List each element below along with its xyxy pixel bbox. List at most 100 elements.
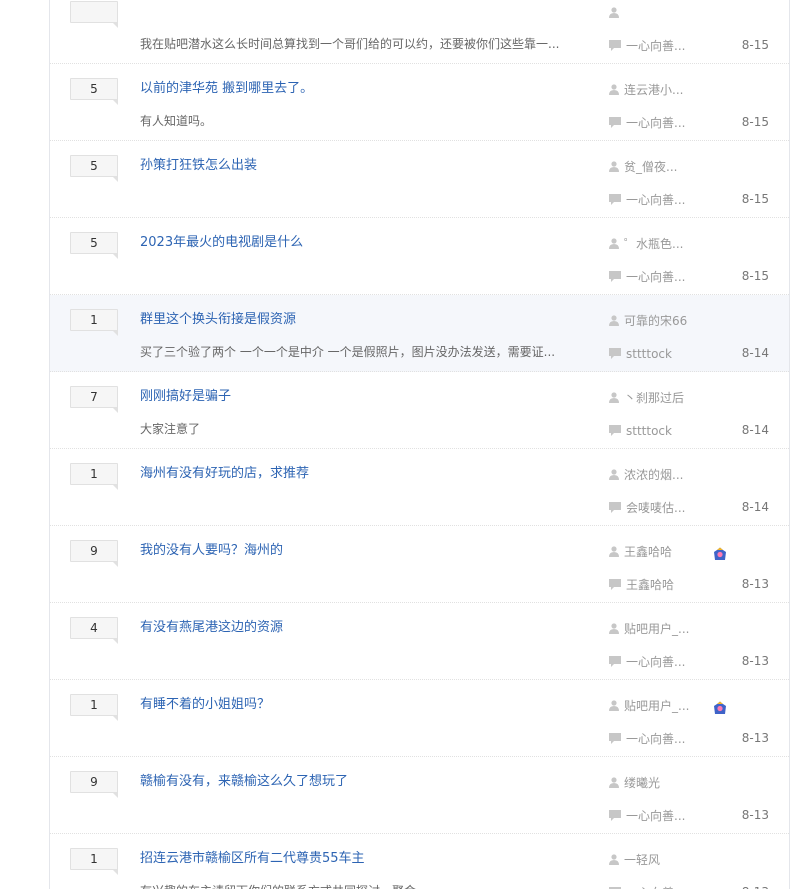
comment-icon (609, 424, 621, 440)
thread-row: 4 有没有燕尾港这边的资源 贴吧用户_... 一心向善... 8-13 (50, 603, 789, 680)
thread-title-link[interactable]: 群里这个换头衔接是假资源 (140, 311, 296, 329)
thread-title-link[interactable]: 有没有燕尾港这边的资源 (140, 619, 283, 637)
thread-row: 9 赣榆有没有，来赣榆这么久了想玩了 缕曦光 一心向善... 8-13 (50, 757, 789, 834)
thread-title-link[interactable]: 赣榆有没有，来赣榆这么久了想玩了 (140, 773, 348, 791)
thread-author[interactable] (609, 5, 624, 22)
thread-author-name: 王鑫哈哈 (624, 545, 673, 559)
comment-icon (609, 270, 621, 286)
comment-icon (609, 116, 621, 132)
thread-row: 5 孙策打狂铁怎么出装 贫_僧夜... 一心向善... 8-15 (50, 141, 789, 218)
last-reply[interactable]: 一心向善... (609, 192, 685, 209)
last-reply-time: 8-13 (742, 884, 769, 889)
user-icon (609, 699, 619, 715)
last-reply-name: 王鑫哈哈 (626, 578, 675, 592)
member-level-icon[interactable] (713, 546, 727, 560)
last-reply[interactable]: 一心向善... (609, 808, 685, 825)
thread-author[interactable]: 贴吧用户_... (609, 621, 689, 638)
reply-count-badge: 5 (70, 155, 118, 182)
thread-row: 1 海州有没有好玩的店，求推荐 浓浓的烟... 会唛唛估... 8-14 (50, 449, 789, 526)
thread-abstract: 我在贴吧潜水这么长时间总算找到一个哥们给的可以约，还要被你们这些靠一... (140, 37, 560, 51)
user-icon (609, 160, 619, 176)
user-icon (609, 853, 619, 869)
thread-author[interactable]: 贴吧用户_... (609, 698, 689, 715)
last-reply[interactable]: 一心向善... (609, 115, 685, 132)
last-reply-name: 一心向善... (626, 116, 686, 130)
thread-author[interactable]: 可靠的宋66 (609, 313, 687, 330)
thread-row: 1 群里这个换头衔接是假资源 买了三个验了两个 一个一个是中介 一个是假照片，图… (50, 295, 789, 372)
last-reply-time: 8-15 (741, 192, 769, 206)
last-reply-time: 8-14 (741, 500, 769, 514)
user-icon (609, 391, 619, 407)
thread-author[interactable]: 贫_僧夜... (609, 159, 677, 176)
last-reply-name: sttttock (626, 347, 672, 361)
thread-author[interactable]: 丶刹那过后 (609, 390, 684, 407)
thread-title-link[interactable]: 招连云港市赣榆区所有二代尊贵55车主 (140, 850, 365, 868)
thread-author-name: 丶刹那过后 (624, 391, 685, 405)
last-reply[interactable]: sttttock (609, 346, 672, 363)
reply-count-badge: 1 (70, 309, 118, 336)
thread-abstract: 买了三个验了两个 一个一个是中介 一个是假照片，图片没办法发送，需要证... (140, 345, 556, 359)
last-reply[interactable]: 一心向善... (609, 885, 685, 889)
thread-row: 1 有睡不着的小姐姐吗？ 贴吧用户_... 一心向善... 8-13 (50, 680, 789, 757)
last-reply-name: 一心向善... (626, 809, 686, 823)
comment-icon (609, 732, 621, 748)
thread-row: 7 刚刚搞好是骗子 大家注意了 丶刹那过后 sttttock 8-14 (50, 372, 789, 449)
comment-icon (609, 347, 621, 363)
thread-author-name: 贴吧用户_... (624, 622, 690, 636)
member-level-icon[interactable] (713, 700, 727, 714)
thread-row: 9 我的没有人要吗？海州的 王鑫哈哈 王鑫哈哈 8-13 (50, 526, 789, 603)
user-icon (609, 776, 619, 792)
comment-icon (609, 193, 621, 209)
reply-count-badge (70, 1, 118, 28)
thread-author-name: ゜水瓶色... (624, 237, 684, 251)
last-reply-name: 一心向善... (626, 270, 686, 284)
thread-author[interactable]: 连云港小... (609, 82, 683, 99)
thread-author-name: 贴吧用户_... (624, 699, 690, 713)
last-reply-time: 8-14 (741, 346, 769, 360)
last-reply[interactable]: sttttock (609, 423, 672, 440)
thread-abstract: 有人知道吗。 (140, 114, 213, 128)
last-reply-name: 一心向善... (626, 655, 686, 669)
user-icon (609, 468, 619, 484)
reply-count-badge: 9 (70, 540, 118, 567)
thread-author[interactable]: ゜水瓶色... (609, 236, 683, 253)
last-reply[interactable]: 一心向善... (609, 654, 685, 671)
user-icon (609, 237, 619, 253)
thread-list-page: 我在贴吧潜水这么长时间总算找到一个哥们给的可以约，还要被你们这些靠一... 一心… (0, 0, 791, 889)
thread-title-link[interactable]: 我的没有人要吗？海州的 (140, 542, 283, 560)
thread-title-link[interactable]: 孙策打狂铁怎么出装 (140, 157, 257, 175)
last-reply-time: 8-15 (741, 38, 769, 52)
reply-count-badge: 5 (70, 232, 118, 259)
thread-title-link[interactable]: 以前的津华苑 搬到哪里去了。 (140, 80, 313, 98)
last-reply[interactable]: 一心向善... (609, 38, 685, 55)
thread-title-link[interactable]: 海州有没有好玩的店，求推荐 (140, 465, 309, 483)
thread-author-name: 连云港小... (624, 83, 684, 97)
thread-row: 5 以前的津华苑 搬到哪里去了。 有人知道吗。 连云港小... 一心向善... … (50, 64, 789, 141)
last-reply-name: 会唛唛估... (626, 501, 686, 515)
last-reply[interactable]: 会唛唛估... (609, 500, 685, 517)
user-icon (609, 545, 619, 561)
thread-author-name: 一轻风 (624, 853, 661, 867)
user-icon (609, 83, 619, 99)
reply-count-badge: 9 (70, 771, 118, 798)
thread-author-name: 浓浓的烟... (624, 468, 684, 482)
thread-title-link[interactable]: 2023年最火的电视剧是什么 (140, 234, 303, 252)
last-reply[interactable]: 一心向善... (609, 731, 685, 748)
thread-row: 1 招连云港市赣榆区所有二代尊贵55车主 有兴趣的车主请留下你们的联系方式共同探… (50, 834, 789, 889)
last-reply[interactable]: 一心向善... (609, 269, 685, 286)
last-reply[interactable]: 王鑫哈哈 (609, 577, 674, 594)
thread-author[interactable]: 缕曦光 (609, 775, 660, 792)
thread-author[interactable]: 王鑫哈哈 (609, 544, 672, 561)
user-icon (609, 622, 619, 638)
reply-count-badge: 7 (70, 386, 118, 413)
comment-icon (609, 578, 621, 594)
thread-author[interactable]: 一轻风 (609, 852, 660, 869)
thread-author[interactable]: 浓浓的烟... (609, 467, 683, 484)
thread-title-link[interactable]: 刚刚搞好是骗子 (140, 388, 231, 406)
right-border (789, 0, 790, 889)
comment-icon (609, 655, 621, 671)
last-reply-time: 8-15 (741, 115, 769, 129)
comment-icon (609, 809, 621, 825)
thread-title-link[interactable]: 有睡不着的小姐姐吗？ (140, 696, 270, 714)
last-reply-time: 8-13 (741, 577, 769, 591)
